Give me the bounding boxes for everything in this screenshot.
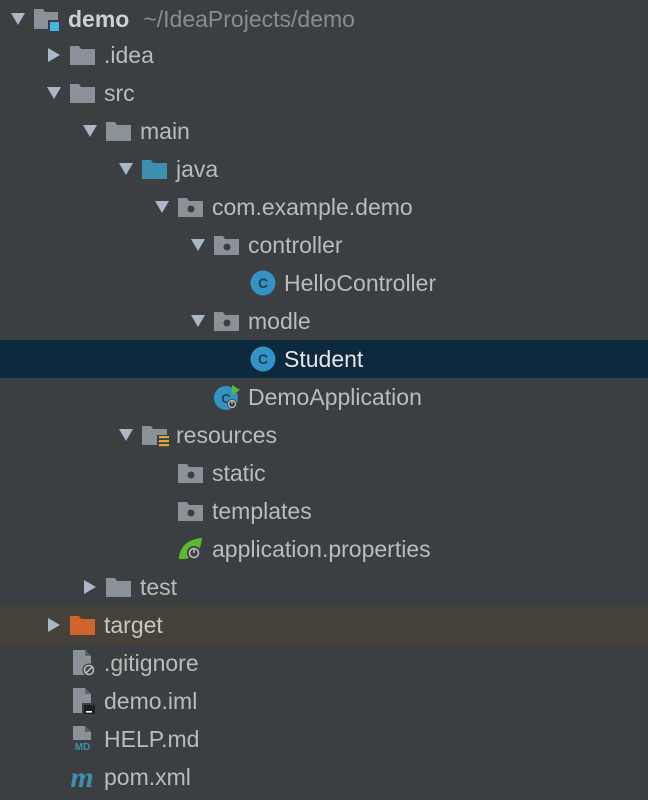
package-icon xyxy=(212,231,242,259)
markdown-file-icon: MD xyxy=(68,725,98,753)
tree-row-modle[interactable]: modle xyxy=(0,302,648,340)
tree-label: HELP.md xyxy=(104,726,200,752)
package-icon xyxy=(176,459,206,487)
tree-row-static[interactable]: static xyxy=(0,454,648,492)
java-class-icon: C xyxy=(248,345,278,373)
chevron-down-icon[interactable] xyxy=(112,150,140,188)
package-icon xyxy=(176,497,206,525)
svg-text:m: m xyxy=(70,763,93,791)
java-class-icon: C xyxy=(248,269,278,297)
tree-label: java xyxy=(176,156,219,182)
source-folder-icon xyxy=(140,155,170,183)
tree-row-gitignore[interactable]: .gitignore xyxy=(0,644,648,682)
chevron-down-icon[interactable] xyxy=(40,74,68,112)
tree-row-templates[interactable]: templates xyxy=(0,492,648,530)
tree-label: com.example.demo xyxy=(212,194,413,220)
project-path: ~/IdeaProjects/demo xyxy=(143,6,355,32)
excluded-folder-icon xyxy=(68,611,98,639)
chevron-right-icon[interactable] xyxy=(40,606,68,644)
svg-text:C: C xyxy=(258,351,268,367)
tree-label: demo xyxy=(68,6,130,32)
tree-row-java[interactable]: java xyxy=(0,150,648,188)
chevron-right-icon[interactable] xyxy=(40,36,68,74)
svg-text:MD: MD xyxy=(75,742,91,753)
chevron-down-icon[interactable] xyxy=(76,112,104,150)
tree-label: DemoApplication xyxy=(248,384,422,410)
spring-boot-class-icon: C xyxy=(212,383,242,411)
tree-row-pom-xml[interactable]: m pom.xml xyxy=(0,758,648,796)
folder-icon xyxy=(104,573,134,601)
tree-row-com-example-demo[interactable]: com.example.demo xyxy=(0,188,648,226)
resources-folder-icon xyxy=(140,421,170,449)
package-icon xyxy=(212,307,242,335)
spring-properties-icon xyxy=(176,535,206,563)
tree-label: HelloController xyxy=(284,270,437,296)
chevron-down-icon[interactable] xyxy=(112,416,140,454)
tree-row-demoapplication[interactable]: C DemoApplication xyxy=(0,378,648,416)
tree-row-main[interactable]: main xyxy=(0,112,648,150)
tree-row-demo-iml[interactable]: demo.iml xyxy=(0,682,648,720)
tree-label: test xyxy=(140,574,178,600)
chevron-down-icon[interactable] xyxy=(184,226,212,264)
folder-icon xyxy=(104,117,134,145)
tree-label: modle xyxy=(248,308,311,334)
chevron-down-icon[interactable] xyxy=(4,0,32,38)
tree-row-student[interactable]: C Student xyxy=(0,340,648,378)
svg-text:C: C xyxy=(258,275,268,291)
tree-label: target xyxy=(104,612,163,638)
ignore-file-icon xyxy=(68,649,98,677)
tree-label: application.properties xyxy=(212,536,431,562)
folder-icon xyxy=(68,41,98,69)
module-file-icon xyxy=(68,687,98,715)
tree-label: .idea xyxy=(104,42,154,68)
tree-row-resources[interactable]: resources xyxy=(0,416,648,454)
tree-label: controller xyxy=(248,232,343,258)
tree-label: demo.iml xyxy=(104,688,198,714)
tree-label: Student xyxy=(284,346,364,372)
tree-label: resources xyxy=(176,422,277,448)
chevron-down-icon[interactable] xyxy=(184,302,212,340)
tree-label: src xyxy=(104,80,135,106)
package-icon xyxy=(176,193,206,221)
tree-label: templates xyxy=(212,498,312,524)
tree-label: main xyxy=(140,118,190,144)
tree-label: pom.xml xyxy=(104,764,191,790)
maven-icon: m xyxy=(68,763,98,791)
tree-row-help-md[interactable]: MD HELP.md xyxy=(0,720,648,758)
tree-row-controller[interactable]: controller xyxy=(0,226,648,264)
tree-row-test[interactable]: test xyxy=(0,568,648,606)
tree-row-idea[interactable]: .idea xyxy=(0,36,648,74)
tree-label: static xyxy=(212,460,266,486)
chevron-down-icon[interactable] xyxy=(148,188,176,226)
tree-label: .gitignore xyxy=(104,650,199,676)
project-tree: demo ~/IdeaProjects/demo .idea src main xyxy=(0,0,648,800)
tree-row-src[interactable]: src xyxy=(0,74,648,112)
module-folder-icon xyxy=(32,5,62,33)
tree-row-demo[interactable]: demo ~/IdeaProjects/demo xyxy=(0,0,648,38)
chevron-right-icon[interactable] xyxy=(76,568,104,606)
tree-row-hellocontroller[interactable]: C HelloController xyxy=(0,264,648,302)
tree-row-target[interactable]: target xyxy=(0,606,648,644)
folder-icon xyxy=(68,79,98,107)
tree-row-application-properties[interactable]: application.properties xyxy=(0,530,648,568)
